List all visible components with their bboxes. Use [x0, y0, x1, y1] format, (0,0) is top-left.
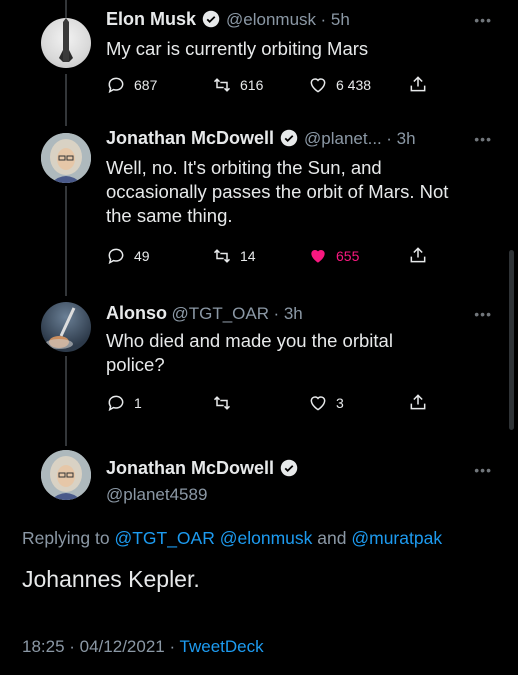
- author-handle[interactable]: @elonmusk: [226, 10, 316, 29]
- thread-line: [65, 356, 67, 446]
- author-name[interactable]: Alonso: [106, 303, 167, 323]
- like-count: 3: [336, 395, 344, 411]
- tweet-line: Who died and made you the orbital: [106, 330, 393, 351]
- starship-image: [59, 18, 73, 62]
- share-icon: [410, 247, 426, 263]
- retweet-icon: [213, 249, 231, 263]
- reply-count: 49: [134, 248, 150, 264]
- like-button[interactable]: 655: [308, 246, 359, 266]
- replying-and: and: [317, 528, 347, 548]
- author-name[interactable]: Elon Musk: [106, 9, 196, 29]
- reply-button[interactable]: 687: [106, 75, 157, 95]
- tweet-time[interactable]: · 3h: [273, 304, 302, 323]
- reply-icon: [108, 395, 124, 412]
- tweet-text: Who died and made you the orbital police…: [106, 329, 393, 377]
- replying-label: Replying to: [22, 528, 110, 548]
- thread-line: [65, 186, 67, 296]
- retweet-count: 14: [240, 248, 256, 264]
- like-count: 655: [336, 248, 360, 264]
- more-icon[interactable]: •••: [474, 131, 492, 147]
- tweet-header: Alonso @TGT_OAR · 3h: [106, 303, 303, 324]
- thread-line: [65, 0, 67, 18]
- tweet-header: Jonathan McDowell @planet... · 3h: [106, 128, 416, 149]
- rocket-image: [45, 307, 76, 349]
- reply-button[interactable]: 1: [106, 393, 142, 413]
- reply-count: 1: [134, 395, 142, 411]
- avatar[interactable]: [41, 302, 91, 352]
- mention-link[interactable]: @TGT_OAR: [114, 528, 214, 548]
- retweet-button[interactable]: [212, 393, 240, 413]
- tweet-header: Jonathan McDowell: [106, 458, 304, 479]
- timestamp[interactable]: 18:25 · 04/12/2021 ·: [22, 637, 175, 656]
- tweet-meta: 18:25 · 04/12/2021 · TweetDeck: [22, 637, 264, 657]
- share-icon: [410, 394, 426, 410]
- author-name[interactable]: Jonathan McDowell: [106, 458, 274, 478]
- like-button[interactable]: 3: [308, 393, 344, 413]
- portrait-image: [41, 133, 91, 183]
- reply-icon: [108, 77, 124, 94]
- more-icon[interactable]: •••: [474, 306, 492, 322]
- tweet-line: police?: [106, 354, 165, 375]
- like-icon: [310, 78, 326, 93]
- tweet-line: Well, no. It's orbiting the Sun, and: [106, 157, 382, 178]
- replying-to: Replying to @TGT_OAR @elonmusk and @mura…: [22, 528, 442, 549]
- thread-line: [65, 74, 67, 126]
- verified-icon: [280, 129, 298, 147]
- share-icon: [410, 76, 426, 92]
- tweet-line: occasionally passes the orbit of Mars. N…: [106, 181, 449, 202]
- tweet-time[interactable]: · 5h: [320, 10, 349, 29]
- retweet-button[interactable]: 14: [212, 246, 256, 266]
- mention-link[interactable]: @muratpak: [351, 528, 442, 548]
- tweet-text: Well, no. It's orbiting the Sun, and occ…: [106, 156, 448, 228]
- like-icon: [311, 250, 325, 263]
- tweet-time[interactable]: · 3h: [386, 129, 415, 148]
- verified-icon: [280, 459, 298, 477]
- retweet-icon: [213, 396, 231, 410]
- share-button[interactable]: [408, 245, 436, 265]
- author-handle[interactable]: @planet4589: [106, 485, 207, 505]
- avatar[interactable]: [41, 18, 91, 68]
- avatar[interactable]: [41, 450, 91, 500]
- like-count: 6 438: [336, 77, 372, 93]
- scrollbar[interactable]: [509, 250, 514, 430]
- tweet-line: the same thing.: [106, 205, 233, 226]
- like-button[interactable]: 6 438: [308, 75, 371, 95]
- share-button[interactable]: [408, 392, 436, 412]
- tweet-header: Elon Musk @elonmusk · 5h: [106, 9, 350, 30]
- verified-icon: [202, 10, 220, 28]
- more-icon[interactable]: •••: [474, 462, 492, 478]
- retweet-button[interactable]: 616: [212, 75, 263, 95]
- reply-button[interactable]: 49: [106, 246, 150, 266]
- tweet-line: My car is currently orbiting Mars: [106, 38, 369, 59]
- tweet-text: My car is currently orbiting Mars: [106, 37, 368, 61]
- source-app[interactable]: TweetDeck: [180, 637, 264, 656]
- reply-icon: [108, 248, 124, 265]
- author-name[interactable]: Jonathan McDowell: [106, 128, 274, 148]
- avatar[interactable]: [41, 133, 91, 183]
- more-icon[interactable]: •••: [474, 12, 492, 28]
- reply-count: 687: [134, 77, 158, 93]
- author-handle[interactable]: @planet...: [304, 129, 382, 148]
- share-button[interactable]: [408, 74, 436, 94]
- like-icon: [310, 396, 326, 411]
- retweet-count: 616: [240, 77, 264, 93]
- portrait-image: [41, 450, 91, 500]
- retweet-icon: [213, 78, 231, 92]
- main-tweet-text: Johannes Kepler.: [22, 566, 200, 592]
- mention-link[interactable]: @elonmusk: [220, 528, 313, 548]
- author-handle[interactable]: @TGT_OAR: [171, 304, 269, 323]
